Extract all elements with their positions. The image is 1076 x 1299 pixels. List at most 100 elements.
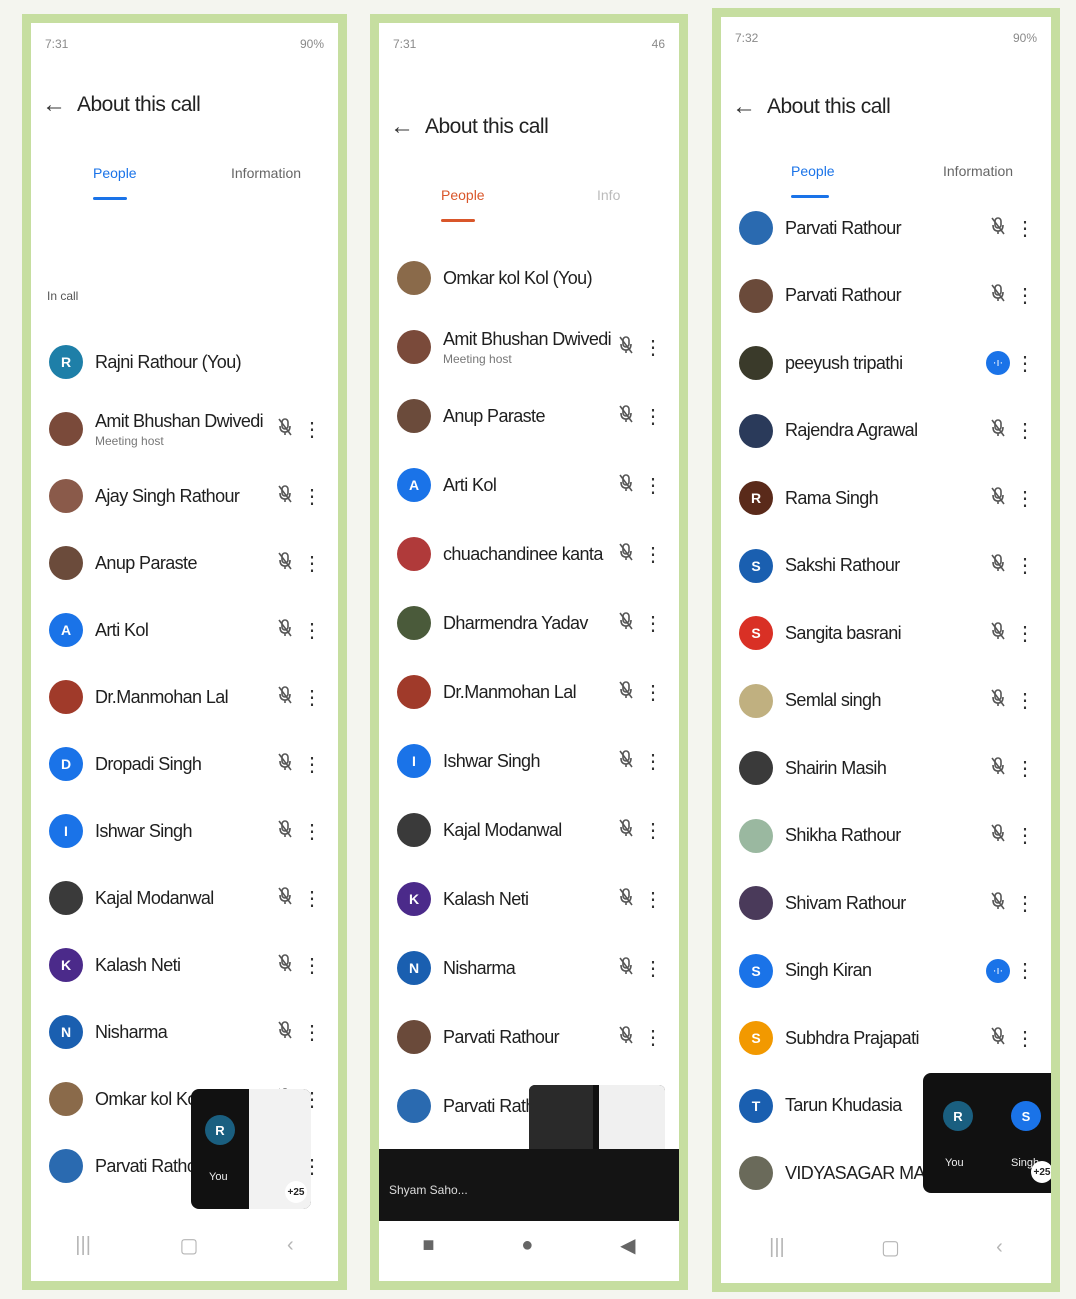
mic-off-icon[interactable] (613, 611, 639, 635)
participant-row[interactable]: Shivam Rathour ⋮ (721, 870, 1051, 936)
participant-row[interactable]: S Subhdra Prajapati ⋮ (721, 1005, 1051, 1071)
nav-back-icon[interactable]: ‹ (996, 1236, 1003, 1259)
more-vert-icon[interactable]: ⋮ (1011, 621, 1039, 646)
back-arrow-icon[interactable]: ← (379, 113, 425, 141)
tab-people[interactable]: People (441, 187, 485, 203)
participant-row[interactable]: S Sakshi Rathour ⋮ (721, 533, 1051, 599)
participant-row[interactable]: Dharmendra Yadav ⋮ (379, 590, 679, 656)
recents-icon[interactable]: ■ (422, 1234, 434, 1257)
more-vert-icon[interactable]: ⋮ (639, 1025, 667, 1050)
participant-row[interactable]: Kajal Modanwal ⋮ (31, 865, 338, 931)
more-vert-icon[interactable]: ⋮ (1011, 688, 1039, 713)
mic-off-icon[interactable] (272, 953, 298, 977)
more-vert-icon[interactable]: ⋮ (639, 887, 667, 912)
more-vert-icon[interactable]: ⋮ (639, 749, 667, 774)
participant-row[interactable]: Shairin Masih ⋮ (721, 735, 1051, 801)
mic-off-icon[interactable] (272, 417, 298, 441)
more-vert-icon[interactable]: ⋮ (1011, 283, 1039, 308)
back-arrow-icon[interactable]: ← (721, 93, 767, 121)
participant-row[interactable]: I Ishwar Singh ⋮ (31, 798, 338, 864)
more-vert-icon[interactable]: ⋮ (639, 818, 667, 843)
mic-off-icon[interactable] (613, 404, 639, 428)
pip-more-badge[interactable]: +25 (1031, 1161, 1051, 1183)
tab-information[interactable]: Information (943, 163, 1013, 179)
mic-off-icon[interactable] (272, 618, 298, 642)
participant-row[interactable]: Omkar kol Kol (You) (379, 245, 679, 311)
mic-off-icon[interactable] (985, 621, 1011, 645)
mic-off-icon[interactable] (272, 886, 298, 910)
recents-icon[interactable]: ||| (769, 1236, 785, 1259)
more-vert-icon[interactable]: ⋮ (298, 1020, 326, 1045)
participant-row[interactable]: A Arti Kol ⋮ (379, 452, 679, 518)
more-vert-icon[interactable]: ⋮ (298, 685, 326, 710)
mic-off-icon[interactable] (613, 1025, 639, 1049)
participant-row[interactable]: Dr.Manmohan Lal ⋮ (379, 659, 679, 725)
participant-row[interactable]: S Singh Kiran ·ı· ⋮ (721, 938, 1051, 1004)
mic-off-icon[interactable] (985, 554, 1011, 577)
mic-off-icon[interactable] (613, 335, 639, 359)
home-icon[interactable]: ▢ (180, 1233, 199, 1258)
more-vert-icon[interactable]: ⋮ (1011, 486, 1039, 511)
mic-off-icon[interactable] (613, 887, 639, 911)
participant-row[interactable]: S Sangita basrani ⋮ (721, 600, 1051, 666)
back-arrow-icon[interactable]: ← (31, 91, 77, 119)
participant-row[interactable]: Anup Paraste ⋮ (31, 530, 338, 596)
participant-row[interactable]: I Ishwar Singh ⋮ (379, 728, 679, 794)
tab-people[interactable]: People (93, 165, 137, 181)
video-pip[interactable] (529, 1085, 665, 1155)
more-vert-icon[interactable]: ⋮ (1011, 351, 1039, 376)
more-vert-icon[interactable]: ⋮ (639, 542, 667, 567)
mic-off-icon[interactable] (985, 284, 1011, 307)
mic-off-icon[interactable] (613, 818, 639, 842)
more-vert-icon[interactable]: ⋮ (1011, 823, 1039, 848)
more-vert-icon[interactable]: ⋮ (298, 819, 326, 844)
participant-row[interactable]: N Nisharma ⋮ (31, 999, 338, 1065)
mic-off-icon[interactable] (613, 542, 639, 566)
more-vert-icon[interactable]: ⋮ (639, 335, 667, 360)
mic-off-icon[interactable] (985, 1026, 1011, 1050)
tab-people[interactable]: People (791, 163, 835, 179)
participant-row[interactable]: Parvati Rathour ⋮ (379, 1004, 679, 1070)
participant-row[interactable]: R Rajni Rathour (You) (31, 329, 338, 395)
more-vert-icon[interactable]: ⋮ (1011, 891, 1039, 916)
more-vert-icon[interactable]: ⋮ (639, 404, 667, 429)
tab-info[interactable]: Info (597, 187, 620, 203)
home-icon[interactable]: ▢ (881, 1235, 900, 1260)
participant-row[interactable]: Parvati Rathour ⋮ (721, 195, 1051, 261)
recents-icon[interactable]: ||| (75, 1234, 91, 1257)
more-vert-icon[interactable]: ⋮ (639, 956, 667, 981)
nav-back-icon[interactable]: ‹ (287, 1234, 294, 1257)
mic-off-icon[interactable] (985, 216, 1011, 240)
more-vert-icon[interactable]: ⋮ (298, 484, 326, 509)
mic-off-icon[interactable] (985, 891, 1011, 915)
participant-row[interactable]: Ajay Singh Rathour ⋮ (31, 463, 338, 529)
participant-row[interactable]: Dr.Manmohan Lal ⋮ (31, 664, 338, 730)
mic-off-icon[interactable] (272, 685, 298, 709)
more-vert-icon[interactable]: ⋮ (298, 886, 326, 911)
mic-off-icon[interactable] (613, 749, 639, 773)
more-vert-icon[interactable]: ⋮ (298, 953, 326, 978)
more-vert-icon[interactable]: ⋮ (639, 611, 667, 636)
video-pip[interactable]: R You +25 (191, 1089, 311, 1209)
video-pip[interactable]: R You S Singh +25 (923, 1073, 1051, 1193)
mic-off-icon[interactable] (613, 680, 639, 704)
mic-off-icon[interactable] (272, 752, 298, 776)
more-vert-icon[interactable]: ⋮ (298, 618, 326, 643)
participant-row[interactable]: N Nisharma ⋮ (379, 935, 679, 1001)
participant-row[interactable]: Shikha Rathour ⋮ (721, 803, 1051, 869)
pip-more-badge[interactable]: +25 (285, 1181, 307, 1203)
more-vert-icon[interactable]: ⋮ (1011, 756, 1039, 781)
more-vert-icon[interactable]: ⋮ (639, 473, 667, 498)
more-vert-icon[interactable]: ⋮ (1011, 958, 1039, 983)
participant-row[interactable]: Amit Bhushan Dwivedi Meeting host ⋮ (31, 396, 338, 462)
more-vert-icon[interactable]: ⋮ (298, 752, 326, 777)
more-vert-icon[interactable]: ⋮ (639, 680, 667, 705)
participant-row[interactable]: D Dropadi Singh ⋮ (31, 731, 338, 797)
more-vert-icon[interactable]: ⋮ (1011, 1026, 1039, 1051)
home-icon[interactable]: ● (521, 1234, 533, 1257)
tab-information[interactable]: Information (231, 165, 301, 181)
more-vert-icon[interactable]: ⋮ (1011, 553, 1039, 578)
mic-off-icon[interactable] (985, 486, 1011, 510)
participant-row[interactable]: chuachandinee kanta ⋮ (379, 521, 679, 587)
participant-row[interactable]: peeyush tripathi ·ı· ⋮ (721, 330, 1051, 396)
